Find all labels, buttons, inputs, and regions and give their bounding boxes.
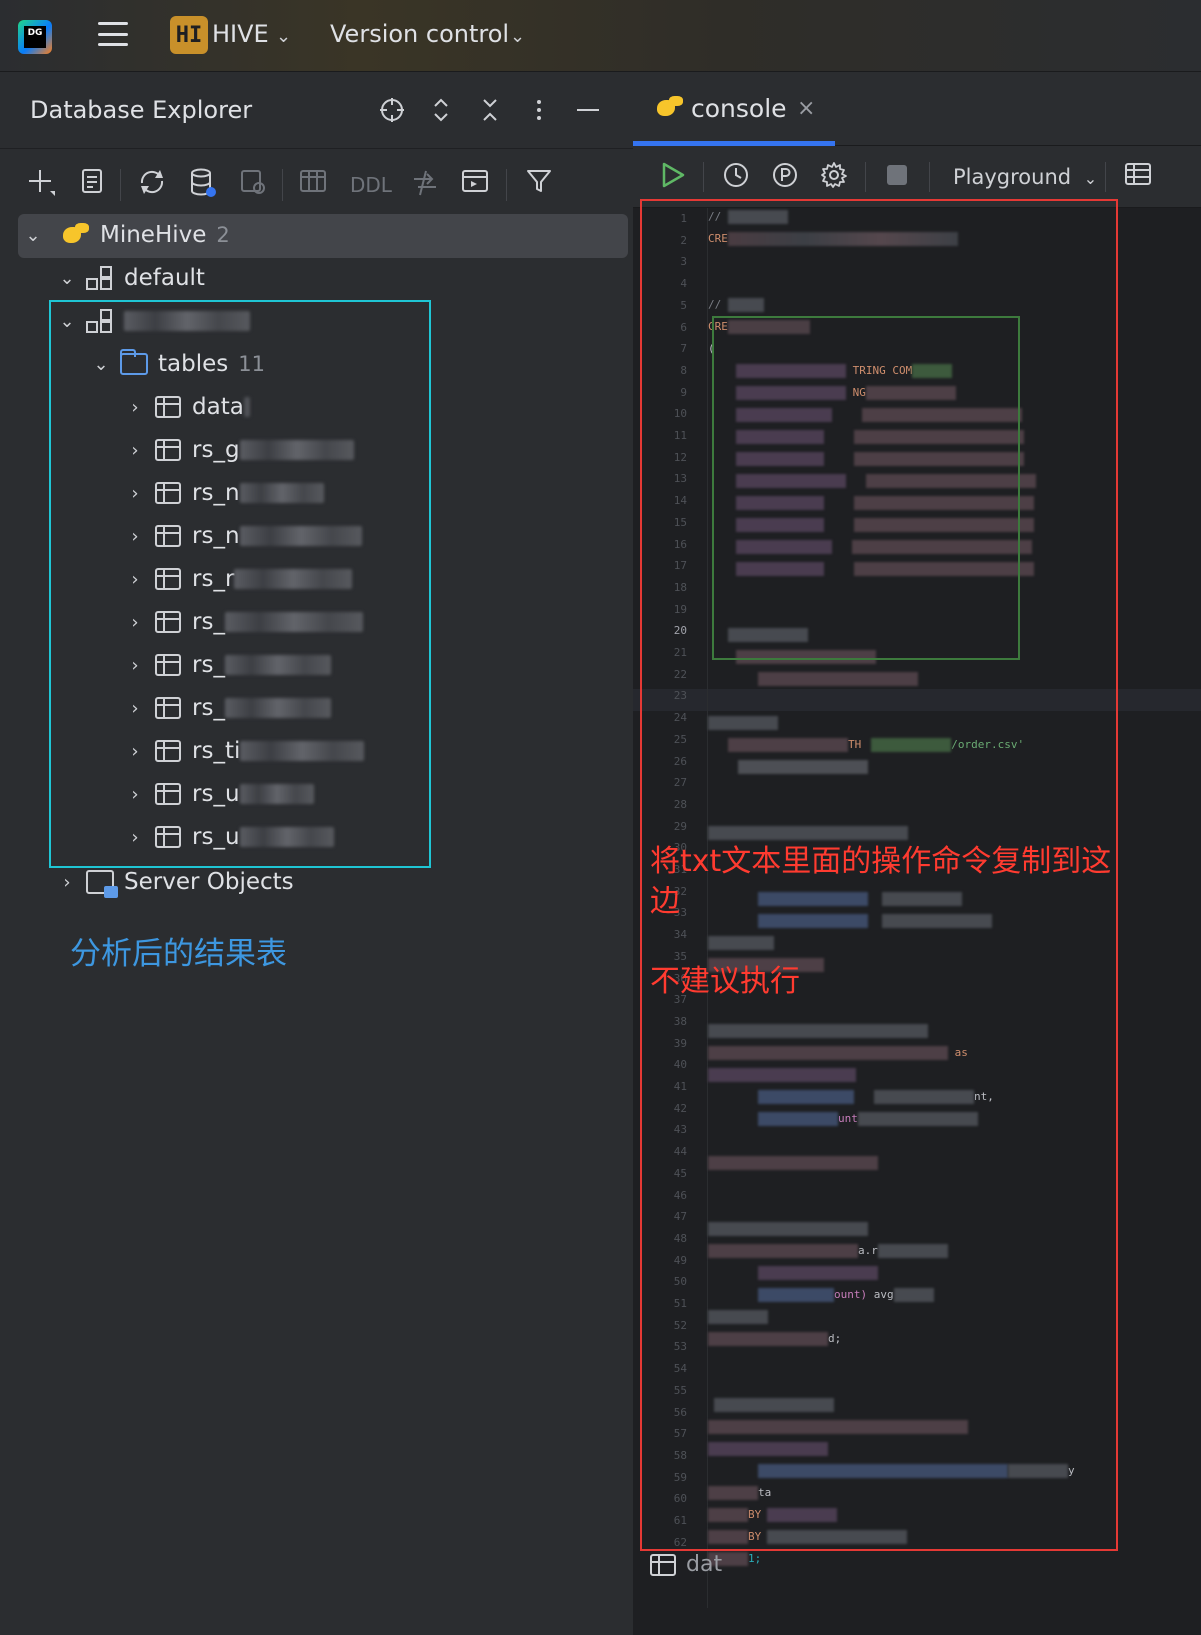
menu-icon[interactable] [96,19,130,49]
server-objects-label: Server Objects [124,869,294,895]
tab-label: console [691,94,787,123]
history-icon[interactable] [721,160,751,194]
panel-title: Database Explorer [30,96,253,124]
chevron-down-icon[interactable]: ⌄ [276,26,291,47]
annotation-copy-commands: 将txt文本里面的操作命令复制到这边 [650,844,1112,919]
server-objects-icon [86,870,118,898]
version-control-menu[interactable]: Version control [330,20,509,48]
tab-console[interactable]: console × [633,72,835,146]
close-icon[interactable]: × [797,96,815,121]
ddl-button[interactable]: DDL [350,167,392,203]
chevron-down-icon: ⌄ [1083,169,1098,188]
table-view-icon[interactable] [1123,160,1153,194]
tree-item-minehive[interactable]: ⌄ MineHive 2 [18,214,230,256]
crosshair-icon[interactable] [377,96,407,126]
minimize-icon[interactable] [573,96,603,126]
playground-label: Playground [953,165,1072,189]
explorer-toolbar: DDL [0,148,652,222]
chevron-down-icon[interactable]: ⌄ [52,268,82,289]
app-logo[interactable]: DG [18,20,52,54]
refresh-icon[interactable] [136,167,168,203]
panel-header: Database Explorer [0,72,652,148]
more-vertical-icon[interactable] [524,96,554,126]
project-name[interactable]: HIVE [212,20,269,48]
datasource-name: MineHive [100,222,207,248]
chevron-down-icon[interactable]: ⌄ [510,26,525,47]
schema-name: default [124,265,205,291]
properties-icon[interactable] [76,167,106,203]
annotation-not-recommended: 不建议执行 [650,964,800,999]
highlight-box-result-tables [49,300,431,868]
datasource-count: 2 [216,223,230,247]
title-bar: DG HI HIVE ⌄ Version control ⌄ [0,0,1201,72]
datasource-properties-icon[interactable] [188,167,218,203]
parameters-icon[interactable] [770,160,800,194]
compare-icon[interactable] [410,167,440,203]
playground-dropdown[interactable]: Playground ⌄ [953,160,1097,194]
console-icon[interactable] [460,167,490,203]
project-badge[interactable]: HI [170,16,208,54]
stop-icon[interactable] [883,160,911,194]
add-icon[interactable] [26,167,56,203]
schema-icon [86,266,112,290]
jump-to-console-icon[interactable] [238,167,268,203]
hive-icon [61,221,91,249]
chevron-right-icon[interactable]: › [52,872,82,893]
app-logo-text: DG [24,26,46,48]
expand-all-icon[interactable] [426,96,456,126]
gear-icon[interactable] [819,160,849,194]
tree-item-schema-default[interactable]: ⌄ default [52,257,205,299]
bottom-result-tab[interactable]: dat [650,1552,722,1577]
bottom-tab-label: dat [686,1552,723,1577]
chevron-down-icon[interactable]: ⌄ [18,225,48,246]
editor-tab-bar: console × [633,72,1201,146]
table-editor-icon[interactable] [298,167,328,203]
collapse-all-icon[interactable] [475,96,505,126]
table-icon [650,1553,676,1576]
filter-icon[interactable] [524,167,554,203]
annotation-result-tables: 分析后的结果表 [70,936,287,972]
run-icon[interactable] [659,160,687,194]
